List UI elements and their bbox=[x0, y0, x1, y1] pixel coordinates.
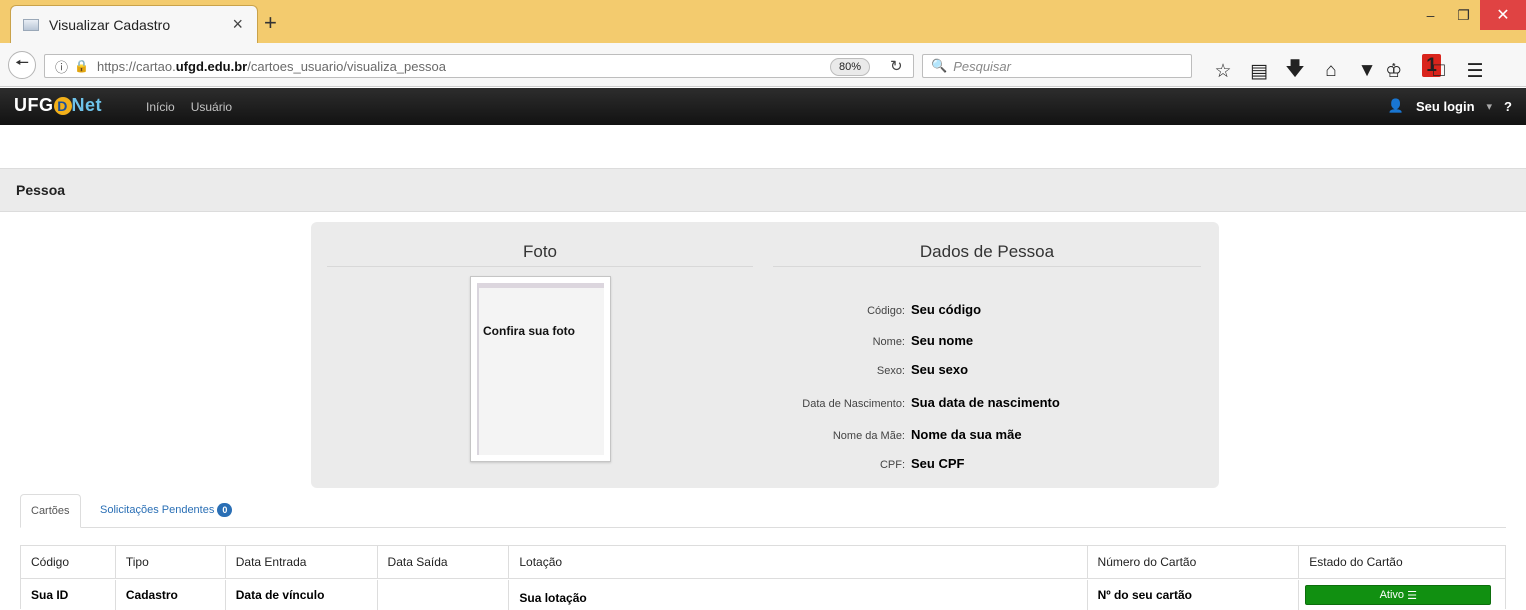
pending-count-badge: 0 bbox=[217, 503, 233, 517]
field-label: Sexo: bbox=[876, 365, 905, 377]
tab-cartoes[interactable]: Cartões bbox=[20, 494, 81, 528]
table-header: Código Tipo Data Entrada Data Saída Lota… bbox=[21, 546, 1505, 579]
cell-data-entrada: Data de vínculo bbox=[226, 580, 378, 610]
column-header: Data Saída bbox=[378, 546, 510, 578]
field-label: Nome: bbox=[872, 336, 905, 348]
field-value: Seu nome bbox=[911, 333, 974, 348]
column-header: Código bbox=[21, 546, 116, 578]
status-button-active[interactable]: Ativo ☰ bbox=[1305, 585, 1492, 605]
field-label: Data de Nascimento: bbox=[802, 398, 905, 410]
photo-heading: Foto bbox=[522, 242, 558, 261]
user-menu[interactable]: 👤 Seu login ▾ ? bbox=[1388, 98, 1512, 114]
home-icon[interactable]: ⌂ bbox=[1313, 60, 1349, 82]
shopping-bag-icon[interactable]: □ bbox=[1421, 60, 1457, 82]
back-arrow-icon[interactable]: 🠔 bbox=[8, 51, 36, 79]
reading-list-icon[interactable]: ▤ bbox=[1241, 60, 1277, 83]
field-label: CPF: bbox=[879, 459, 905, 471]
data-heading: Dados de Pessoa bbox=[919, 242, 1055, 261]
tab-close-icon[interactable]: × bbox=[232, 14, 243, 35]
column-header: Lotação bbox=[509, 546, 1088, 578]
nav-inicio-link[interactable]: Início bbox=[146, 100, 175, 114]
restore-icon[interactable]: ❐ bbox=[1447, 0, 1480, 30]
field-value: Seu código bbox=[911, 302, 982, 317]
search-icon: 🔍 bbox=[931, 58, 948, 73]
data-divider bbox=[773, 266, 1201, 267]
page-favicon-icon bbox=[23, 18, 39, 31]
search-placeholder: Pesquisar bbox=[953, 58, 1011, 74]
url-text: https://cartao.ufgd.edu.br/cartoes_usuar… bbox=[96, 58, 446, 74]
cell-tipo: Cadastro bbox=[116, 580, 226, 610]
minimize-icon[interactable]: – bbox=[1414, 0, 1447, 30]
page-title: Pessoa bbox=[0, 168, 1526, 212]
photo-divider bbox=[327, 266, 753, 267]
app-navbar: UFG D Net Início Usuário 👤 Seu login ▾ ? bbox=[0, 88, 1526, 125]
menu-hamburger-icon[interactable]: ☰ bbox=[1457, 60, 1493, 83]
cards-table: Código Tipo Data Entrada Data Saída Lota… bbox=[20, 545, 1506, 610]
field-value: Seu CPF bbox=[911, 456, 965, 471]
bookmark-star-icon[interactable]: ☆ bbox=[1205, 60, 1241, 83]
tab-title: Visualizar Cadastro bbox=[49, 16, 171, 33]
column-header: Data Entrada bbox=[226, 546, 378, 578]
cell-numero-cartao: Nº do seu cartão bbox=[1088, 580, 1300, 610]
cell-lotacao: Sua lotação bbox=[509, 580, 1088, 610]
cell-codigo: Sua ID bbox=[21, 580, 116, 610]
browser-tab-bar: Visualizar Cadastro × + – ❐ ✕ bbox=[0, 0, 1526, 43]
table-row: Sua ID Cadastro Data de vínculo Sua lota… bbox=[21, 580, 1505, 610]
cell-estado-cartao: Ativo ☰ bbox=[1299, 580, 1505, 610]
list-icon: ☰ bbox=[1407, 589, 1417, 602]
user-login-label: Seu login bbox=[1416, 98, 1475, 114]
field-label: Código: bbox=[867, 305, 905, 317]
ufgdnet-logo[interactable]: UFG D Net bbox=[14, 95, 102, 116]
browser-nav-bar: 🠔 ⓘ 🔒 https://cartao.ufgd.edu.br/cartoes… bbox=[0, 43, 1526, 87]
pocket-icon[interactable]: ▼ bbox=[1349, 60, 1385, 82]
notifications-icon[interactable]: ♔ 1 bbox=[1385, 53, 1441, 83]
field-value: Seu sexo bbox=[911, 362, 969, 377]
app-nav: Início Usuário bbox=[146, 100, 232, 114]
field-codigo: Código: Seu código bbox=[501, 302, 981, 317]
browser-tab[interactable]: Visualizar Cadastro × bbox=[10, 5, 258, 43]
reload-icon[interactable]: ↻ bbox=[890, 57, 903, 75]
browser-toolbar: ☆ ▤ 🡇 ⌂ ▼ ♔ 1 □ ☰ bbox=[1205, 53, 1493, 87]
field-nome-mae: Nome da Mãe: Nome da sua mãe bbox=[501, 427, 1022, 442]
download-icon[interactable]: 🡇 bbox=[1277, 55, 1313, 87]
field-value: Nome da sua mãe bbox=[911, 427, 1022, 442]
zoom-level-badge[interactable]: 80% bbox=[830, 58, 871, 76]
nav-usuario-link[interactable]: Usuário bbox=[191, 100, 232, 114]
address-bar[interactable]: ⓘ 🔒 https://cartao.ufgd.edu.br/cartoes_u… bbox=[44, 54, 914, 78]
column-header: Número do Cartão bbox=[1088, 546, 1300, 578]
window-close-icon[interactable]: ✕ bbox=[1480, 0, 1526, 30]
new-tab-icon[interactable]: + bbox=[264, 10, 277, 36]
column-header: Tipo bbox=[116, 546, 226, 578]
column-header: Estado do Cartão bbox=[1309, 555, 1403, 569]
tab-solicitacoes-pendentes[interactable]: Solicitações Pendentes 0 bbox=[100, 494, 233, 528]
field-cpf: CPF: Seu CPF bbox=[501, 456, 965, 471]
field-sexo: Sexo: Seu sexo bbox=[501, 362, 968, 377]
window-controls: – ❐ ✕ bbox=[1414, 0, 1526, 30]
field-data-nascimento: Data de Nascimento: Sua data de nascimen… bbox=[501, 395, 1060, 410]
field-nome: Nome: Seu nome bbox=[501, 333, 974, 348]
lock-icon[interactable]: 🔒 bbox=[74, 59, 89, 73]
user-icon: 👤 bbox=[1387, 98, 1405, 113]
field-value: Sua data de nascimento bbox=[911, 395, 1060, 410]
person-card: Foto Dados de Pessoa Confira sua foto Có… bbox=[311, 222, 1219, 488]
search-input[interactable]: 🔍 Pesquisar bbox=[922, 54, 1192, 78]
cards-tabs: Cartões Solicitações Pendentes 0 bbox=[20, 494, 1506, 528]
help-link[interactable]: ? bbox=[1504, 99, 1512, 114]
cell-data-saida bbox=[378, 580, 510, 610]
dropdown-caret-icon[interactable]: ▾ bbox=[1487, 100, 1493, 113]
info-icon[interactable]: ⓘ bbox=[55, 57, 68, 76]
field-label: Nome da Mãe: bbox=[832, 430, 905, 442]
